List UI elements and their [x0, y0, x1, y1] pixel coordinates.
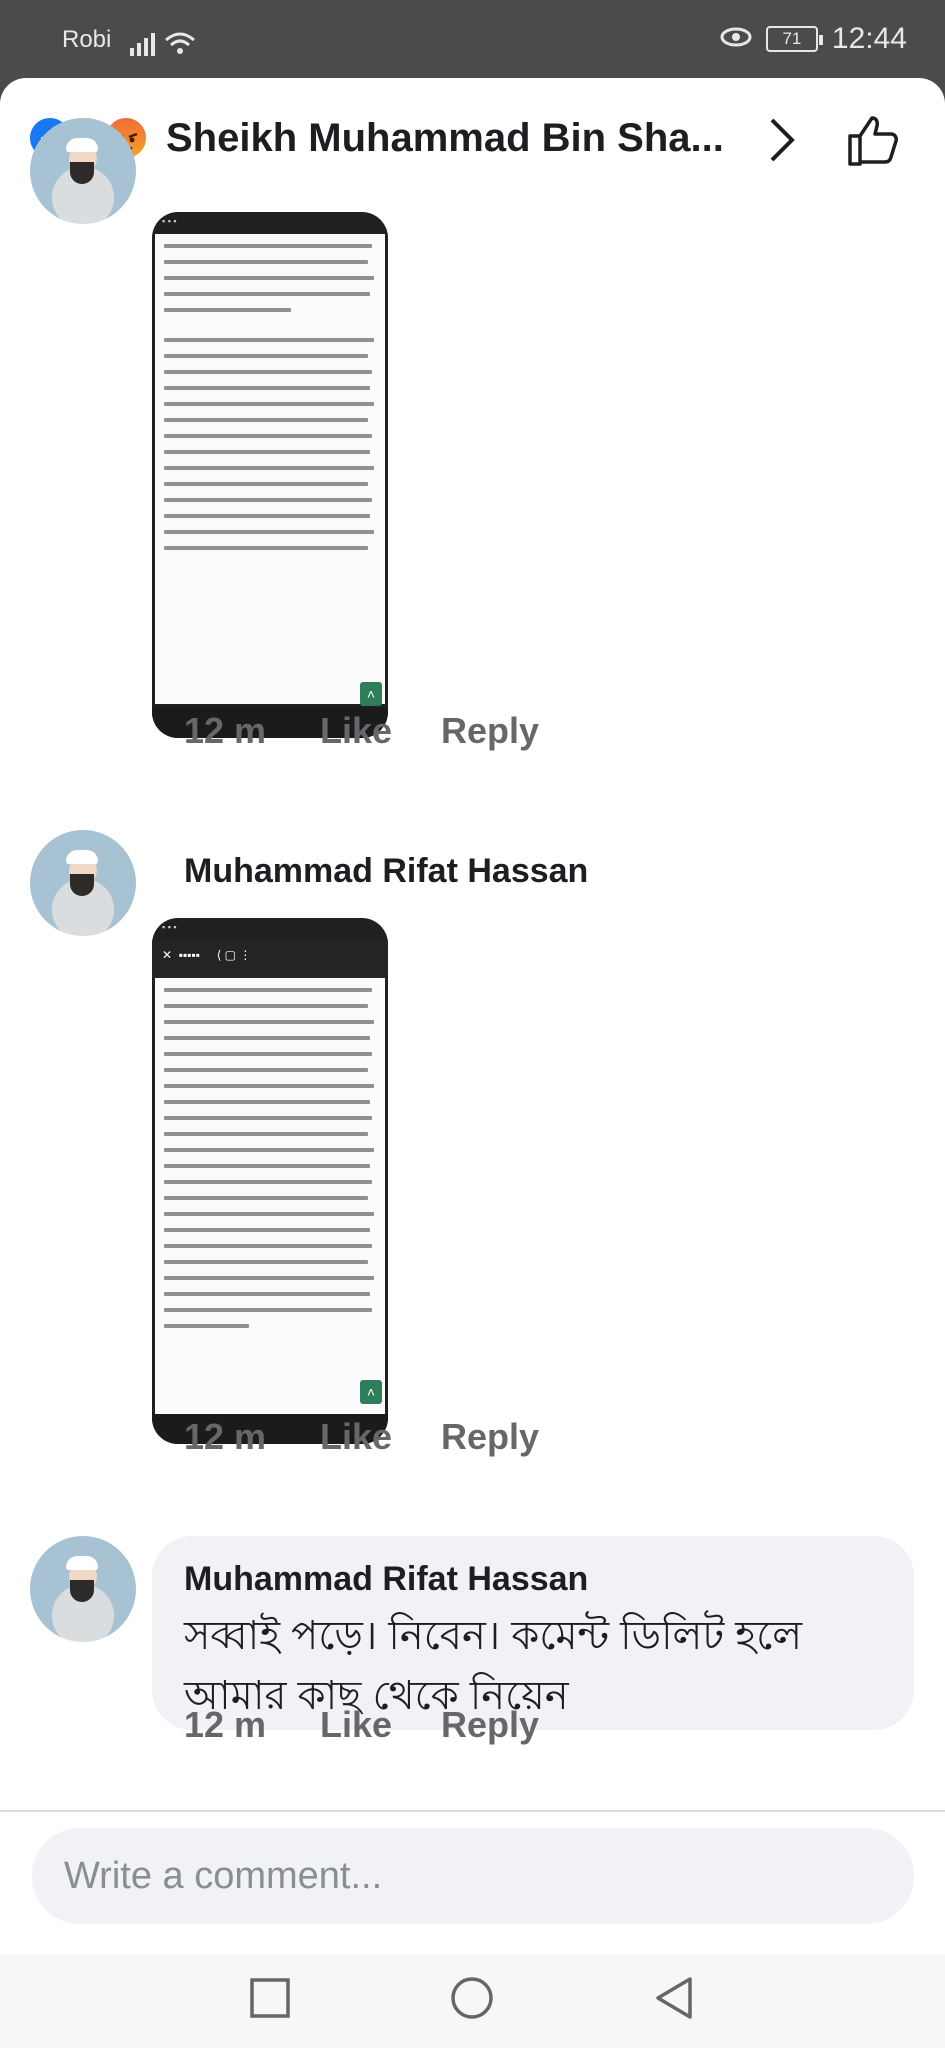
comment-author[interactable]: Muhammad Rifat Hassan [184, 852, 588, 891]
back-icon[interactable] [652, 1976, 696, 2025]
recent-apps-icon[interactable] [248, 1976, 292, 2025]
carrier-name: Robi [62, 26, 112, 53]
avatar[interactable] [30, 830, 136, 936]
post-header: Sheikh Muhammad Bin Sha... [0, 78, 945, 188]
reply-button[interactable]: Reply [441, 1416, 539, 1458]
like-button[interactable]: Like [320, 1416, 392, 1458]
comment-image-screenshot[interactable]: ▪ ▪ ▪ ˄ [152, 212, 388, 738]
avatar[interactable] [30, 1536, 136, 1642]
comment-time: 12 m [184, 710, 267, 751]
status-bar: Robi 71 12:44 [0, 0, 945, 80]
image-browser-bar: ✕ ▪▪▪▪▪ ⟨ ▢ ⋮ [152, 940, 388, 978]
clock: 12:44 [831, 22, 907, 55]
comment-author[interactable]: Muhammad Rifat Hassan [184, 1560, 588, 1599]
reply-button[interactable]: Reply [441, 1704, 539, 1746]
comment-composer[interactable] [32, 1828, 914, 1924]
like-button[interactable]: Like [320, 1704, 392, 1746]
status-right: 71 12:44 [720, 22, 907, 56]
comment-image-screenshot[interactable]: ▪ ▪ ▪ ✕ ▪▪▪▪▪ ⟨ ▢ ⋮ ˄ [152, 918, 388, 1444]
comment-time: 12 m [184, 1704, 267, 1745]
comments-sheet: Sheikh Muhammad Bin Sha... ▪ ▪ ▪ ˄ 12 m … [0, 78, 945, 2048]
scroll-top-icon: ˄ [360, 682, 382, 706]
eye-icon [720, 22, 752, 56]
signal-wifi-icons [130, 28, 200, 65]
scroll-top-icon: ˄ [360, 1380, 382, 1404]
avatar[interactable] [30, 118, 136, 224]
chevron-right-icon[interactable] [764, 114, 800, 171]
system-navigation-bar [0, 1954, 945, 2048]
thumbs-up-icon[interactable] [846, 112, 902, 173]
battery-icon: 71 [765, 26, 823, 52]
image-status-text: ▪ ▪ ▪ [162, 922, 177, 932]
image-page-content [155, 978, 385, 1414]
divider [0, 1810, 945, 1812]
post-author-title[interactable]: Sheikh Muhammad Bin Sha... [166, 116, 724, 161]
image-page-content [155, 234, 385, 704]
like-button[interactable]: Like [320, 710, 392, 752]
reply-button[interactable]: Reply [441, 710, 539, 752]
comment-input[interactable] [64, 1850, 864, 1902]
comment-bubble[interactable]: Muhammad Rifat Hassan সব্বাই পড়ে। নিবেন… [152, 1536, 914, 1730]
image-status-text: ▪ ▪ ▪ [162, 216, 177, 226]
comment-time: 12 m [184, 1416, 267, 1457]
home-icon[interactable] [450, 1976, 494, 2025]
